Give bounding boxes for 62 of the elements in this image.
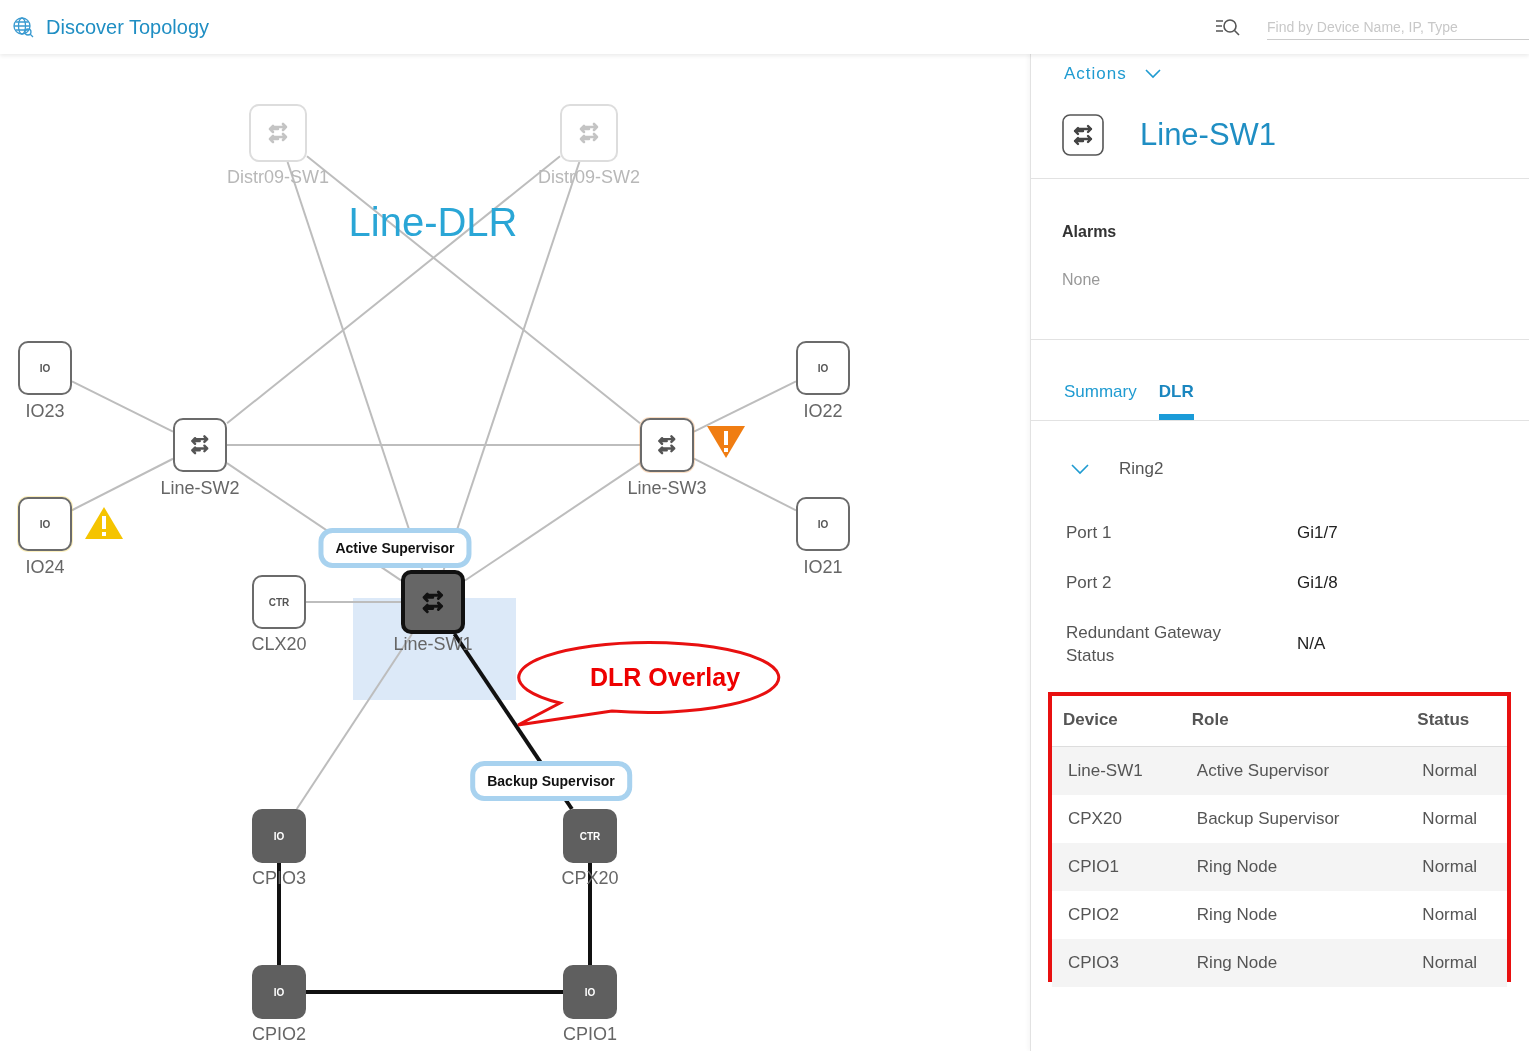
table-cell: CPIO2 [1052,891,1181,940]
node-label: CPIO1 [563,1024,617,1045]
page-title: Discover Topology [46,15,210,39]
switch-node[interactable] [640,418,694,472]
detail-value: Gi1/8 [1297,572,1339,593]
role-badge: Backup Supervisor [470,761,632,801]
filter-search-icon[interactable] [1215,17,1241,37]
column-header: Status [1406,704,1507,747]
device-title: Line-SW1 [1140,117,1277,153]
tab[interactable]: DLR [1158,370,1194,420]
detail-label: Redundant Gateway Status [1066,621,1222,668]
table-cell: Active Supervisor [1180,746,1407,796]
device-node[interactable]: IO [18,341,72,395]
chevron-icon [1071,463,1089,475]
network-title: Line-DLR [348,200,518,245]
table-cell: Normal [1406,891,1507,940]
table-cell: Ring Node [1180,891,1407,940]
detail-value: Gi1/7 [1297,522,1339,543]
node-label: CPIO2 [252,1024,306,1045]
chevron-icon [1144,69,1161,79]
switch-node[interactable] [401,570,465,634]
table-cell: Backup Supervisor [1180,795,1407,844]
device-node[interactable]: IO [796,341,850,395]
device-node[interactable]: IO [796,497,850,551]
node-label: CLX20 [251,634,307,655]
table-cell: Normal [1406,939,1507,988]
node-label: Line-SW2 [160,478,240,499]
table-cell: Normal [1406,843,1507,892]
column-header: Device [1052,704,1181,747]
actions-menu[interactable]: Actions [1031,54,1161,84]
table-cell: Normal [1406,795,1507,844]
node-label: Line-SW3 [627,478,707,499]
device-node[interactable]: IO [252,965,306,1019]
device-node[interactable]: IO [563,965,617,1019]
table-cell: CPIO1 [1052,843,1181,892]
device-node[interactable]: IO [18,497,72,551]
table-cell: CPIO3 [1052,939,1181,988]
table-cell: Normal [1406,746,1507,796]
detail-label: Port 1 [1066,522,1113,544]
table-cell: Ring Node [1180,843,1407,892]
switch-icon [1062,114,1104,156]
callout-text: DLR Overlay [589,663,741,692]
switch-node[interactable] [173,418,227,472]
role-badge: Active Supervisor [318,528,472,568]
table-cell: Line-SW1 [1052,746,1181,796]
detail-value: N/A [1297,634,1327,655]
ring-toggle[interactable]: Ring2 [1031,421,1164,479]
section-heading: Alarms [1062,223,1118,241]
detail-label: Port 2 [1066,571,1113,594]
device-node[interactable]: IO [252,809,306,863]
alarms-value: None [1062,271,1102,289]
node-label: IO22 [803,401,843,422]
tab[interactable]: Summary [1064,370,1137,420]
device-node[interactable]: CTR [563,809,617,863]
table-cell: CPX20 [1052,795,1181,844]
column-header: Role [1180,704,1407,747]
node-label: IO23 [25,401,65,422]
device-node[interactable]: CTR [252,575,306,629]
globe-icon [12,16,34,38]
node-label: IO24 [25,557,65,578]
table-cell: Ring Node [1180,939,1407,988]
node-label: IO21 [803,557,843,578]
